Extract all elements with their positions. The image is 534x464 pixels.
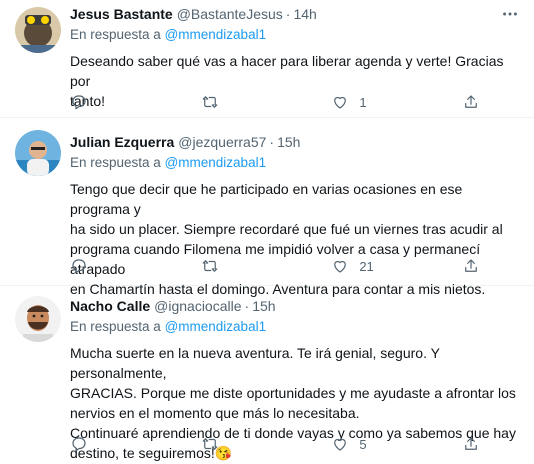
display-name[interactable]: Jesus Bastante xyxy=(70,4,173,24)
more-dots-icon[interactable] xyxy=(500,4,520,24)
share-button[interactable] xyxy=(462,435,480,453)
tweet[interactable]: Jesus Bastante @BastanteJesus · 14h En r… xyxy=(0,0,534,118)
reply-icon xyxy=(72,259,86,274)
share-button[interactable] xyxy=(462,93,480,111)
retweet-button[interactable] xyxy=(201,93,311,111)
share-icon xyxy=(465,259,477,272)
share-icon xyxy=(465,95,477,108)
like-button[interactable]: 1 xyxy=(331,93,441,111)
reply-button[interactable] xyxy=(70,435,180,453)
reply-button[interactable] xyxy=(70,257,180,275)
separator-dot: · xyxy=(285,6,291,22)
reply-context: En respuesta a @mmendizabal1 xyxy=(70,25,520,45)
reply-mention-link[interactable]: @mmendizabal1 xyxy=(165,27,267,42)
heart-icon xyxy=(334,438,347,451)
reply-icon xyxy=(72,95,86,110)
retweet-button[interactable] xyxy=(201,435,311,453)
reply-prefix: En respuesta a xyxy=(70,27,161,42)
avatar[interactable] xyxy=(15,296,61,342)
reply-icon xyxy=(72,437,86,452)
retweet-icon xyxy=(202,96,218,108)
tweet[interactable]: Nacho Calle @ignaciocalle · 15h En respu… xyxy=(0,286,534,464)
tweet[interactable]: Julian Ezquerra @jezquerra57 · 15h En re… xyxy=(0,118,534,297)
retweet-icon xyxy=(202,438,218,450)
heart-icon xyxy=(334,260,347,273)
like-count: 1 xyxy=(359,94,367,110)
tweet-actions: 21 xyxy=(70,256,480,276)
like-count: 5 xyxy=(359,436,367,452)
like-count: 21 xyxy=(359,258,374,274)
like-button[interactable]: 21 xyxy=(331,257,441,275)
share-button[interactable] xyxy=(462,257,480,275)
reply-button[interactable] xyxy=(70,93,180,111)
share-icon xyxy=(465,437,477,450)
user-handle[interactable]: @BastanteJesus xyxy=(177,4,283,24)
heart-icon xyxy=(334,96,347,109)
avatar[interactable] xyxy=(15,7,61,53)
tweet-actions: 5 xyxy=(70,434,480,454)
like-button[interactable]: 5 xyxy=(331,435,441,453)
tweet-actions: 1 xyxy=(70,92,480,112)
timestamp[interactable]: 14h xyxy=(293,4,316,24)
tweet-header: Jesus Bastante @BastanteJesus · 14h xyxy=(70,4,520,24)
avatar[interactable] xyxy=(15,130,61,176)
retweet-icon xyxy=(202,260,218,272)
retweet-button[interactable] xyxy=(201,257,311,275)
